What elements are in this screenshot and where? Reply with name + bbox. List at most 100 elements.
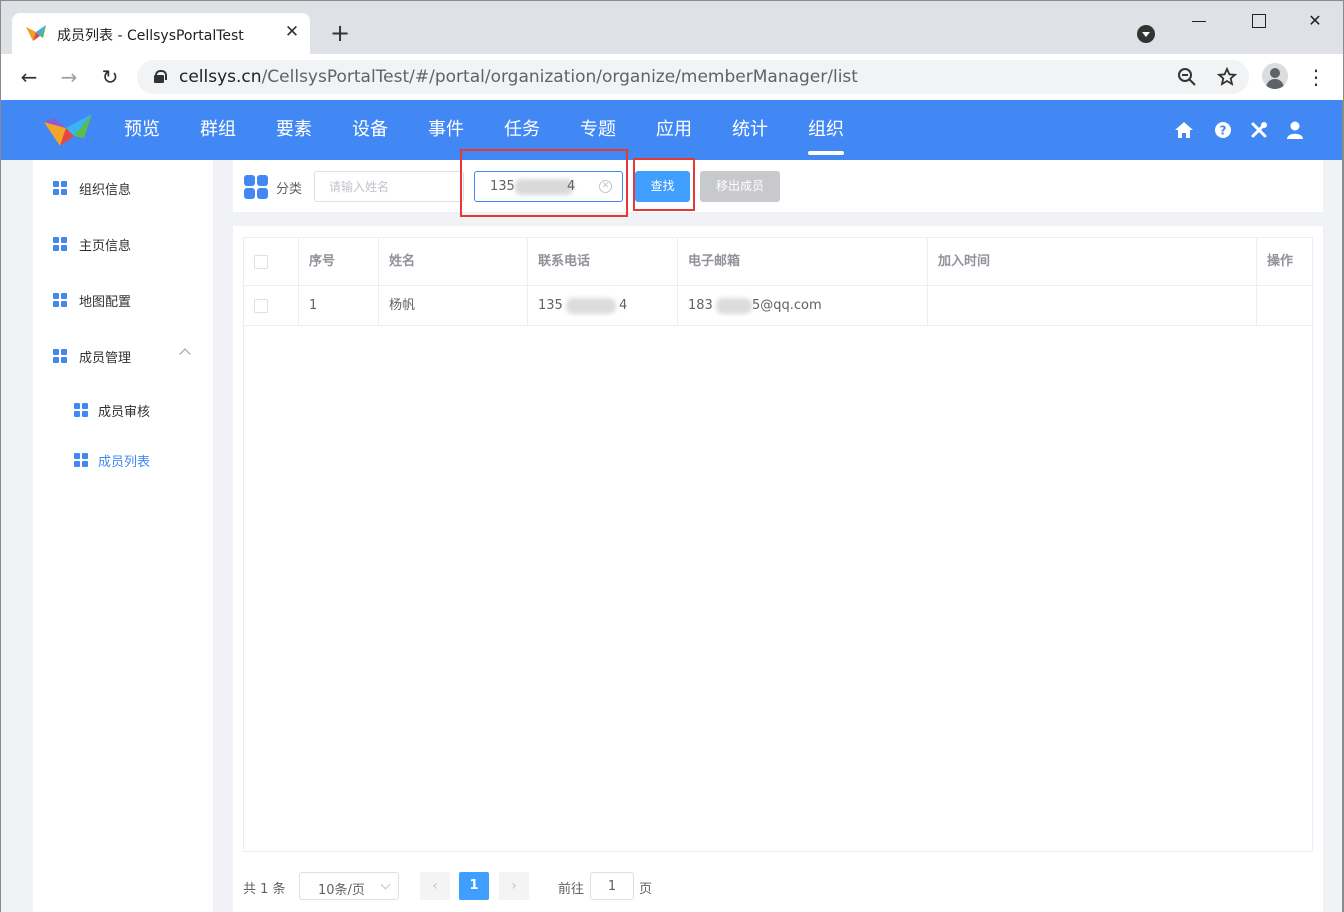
sidebar-item-home-info[interactable]: 主页信息: [33, 224, 213, 264]
chevron-up-icon[interactable]: [179, 348, 191, 360]
sidebar-item-label: 成员管理: [79, 351, 132, 366]
nav-statistics[interactable]: 统计: [712, 100, 788, 160]
back-arrow-icon[interactable]: ←: [16, 64, 42, 90]
nav-groups[interactable]: 群组: [180, 100, 256, 160]
nav-preview[interactable]: 预览: [104, 100, 180, 160]
sidebar-item-member-review[interactable]: 成员审核: [33, 390, 213, 430]
reload-icon[interactable]: ↻: [97, 64, 123, 90]
bookmark-star-icon[interactable]: [1217, 67, 1237, 87]
browser-menu-icon[interactable]: ⋮: [1306, 64, 1326, 90]
row-select-cell: [244, 286, 299, 325]
member-table-panel: 序号 姓名 联系电话 电子邮箱 加入时间 操作 1 杨帆 135 4 183 5…: [233, 226, 1323, 912]
nav-topics[interactable]: 专题: [560, 100, 636, 160]
search-button[interactable]: 查找: [635, 171, 690, 202]
tab-strip: 成员列表 - CellsysPortalTest ✕ + ✕: [1, 1, 1343, 54]
address-bar[interactable]: cellsys.cn/CellsysPortalTest/#/portal/or…: [137, 60, 1249, 94]
window-maximize-button[interactable]: [1238, 7, 1278, 35]
account-avatar-icon[interactable]: [1262, 63, 1288, 89]
url-text[interactable]: cellsys.cn/CellsysPortalTest/#/portal/or…: [179, 67, 858, 87]
nav-events[interactable]: 事件: [408, 100, 484, 160]
table-header-row: 序号 姓名 联系电话 电子邮箱 加入时间 操作: [244, 238, 1312, 286]
sidebar-item-map-config[interactable]: 地图配置: [33, 280, 213, 320]
category-grid-icon[interactable]: [244, 175, 268, 199]
redacted-mask: [566, 298, 616, 314]
phone-value-suffix: 4: [567, 179, 576, 194]
column-header-index[interactable]: 序号: [299, 238, 379, 285]
sidebar-item-label: 主页信息: [79, 239, 132, 254]
sidebar-item-member-list[interactable]: 成员列表: [33, 440, 213, 480]
sidebar: 组织信息 主页信息 地图配置 成员管理 成员审核 成员列表: [33, 160, 213, 912]
app-logo[interactable]: [42, 110, 94, 150]
user-icon[interactable]: [1285, 120, 1305, 140]
cell-email: 183 5@qq.com: [678, 286, 928, 325]
cell-email-prefix: 183: [688, 298, 713, 313]
grid-icon: [53, 349, 67, 363]
grid-icon: [74, 403, 88, 417]
page-size-value: 10条/页: [318, 883, 365, 898]
grid-icon: [53, 293, 67, 307]
svg-text:?: ?: [1220, 124, 1227, 138]
grid-icon: [53, 237, 67, 251]
window-close-button[interactable]: ✕: [1295, 7, 1335, 35]
pagination: 共 1 条 10条/页 ‹ 1 › 前往 页: [243, 872, 743, 900]
sidebar-item-label: 地图配置: [79, 295, 132, 310]
table-row[interactable]: 1 杨帆 135 4 183 5@qq.com: [244, 286, 1312, 326]
home-icon[interactable]: [1174, 120, 1194, 140]
goto-page-input[interactable]: [590, 872, 634, 900]
nav-organization[interactable]: 组织: [788, 100, 864, 160]
forward-arrow-icon[interactable]: →: [56, 64, 82, 90]
pagination-total: 共 1 条: [243, 882, 286, 897]
row-checkbox[interactable]: [254, 299, 268, 313]
column-header-phone[interactable]: 联系电话: [528, 238, 678, 285]
column-header-email[interactable]: 电子邮箱: [678, 238, 928, 285]
column-header-joined[interactable]: 加入时间: [928, 238, 1257, 285]
url-path: /CellsysPortalTest/#/portal/organization…: [261, 67, 858, 87]
member-table: 序号 姓名 联系电话 电子邮箱 加入时间 操作 1 杨帆 135 4 183 5…: [243, 237, 1313, 852]
grid-icon: [74, 453, 88, 467]
nav-elements[interactable]: 要素: [256, 100, 332, 160]
new-tab-button[interactable]: +: [326, 19, 354, 47]
app-favicon-icon: [26, 25, 46, 41]
header-select-cell: [244, 238, 299, 285]
zoom-icon[interactable]: [1177, 67, 1197, 87]
phone-search-input[interactable]: 135 4 ✕: [474, 171, 623, 202]
cell-phone-suffix: 4: [619, 298, 628, 313]
grid-icon: [53, 181, 67, 195]
tab-search-icon[interactable]: [1137, 25, 1155, 43]
main-nav: 预览 群组 要素 设备 事件 任务 专题 应用 统计 组织: [104, 100, 864, 160]
prev-page-button[interactable]: ‹: [420, 872, 450, 900]
sidebar-item-org-info[interactable]: 组织信息: [33, 168, 213, 208]
tools-icon[interactable]: [1249, 120, 1269, 140]
sidebar-item-label: 成员审核: [98, 405, 151, 420]
remove-member-button[interactable]: 移出成员: [700, 171, 780, 202]
nav-tasks[interactable]: 任务: [484, 100, 560, 160]
phone-value-prefix: 135: [490, 179, 515, 194]
redacted-mask: [515, 179, 573, 195]
select-all-checkbox[interactable]: [254, 255, 268, 269]
window-minimize-button[interactable]: [1179, 7, 1219, 35]
tab-close-icon[interactable]: ✕: [281, 21, 303, 43]
browser-toolbar: ← → ↻ cellsys.cn/CellsysPortalTest/#/por…: [1, 54, 1343, 101]
column-header-name[interactable]: 姓名: [379, 238, 528, 285]
lock-icon[interactable]: [154, 70, 167, 83]
sidebar-item-label: 组织信息: [79, 183, 132, 198]
page-number-1[interactable]: 1: [459, 872, 489, 900]
cell-joined: [928, 286, 1257, 325]
clear-icon[interactable]: ✕: [599, 180, 612, 193]
tab-title: 成员列表 - CellsysPortalTest: [57, 28, 244, 44]
nav-apps[interactable]: 应用: [636, 100, 712, 160]
name-search-input[interactable]: [314, 171, 464, 202]
sidebar-item-label: 成员列表: [98, 455, 151, 470]
category-label[interactable]: 分类: [276, 178, 302, 197]
url-host: cellsys.cn: [179, 67, 262, 87]
next-page-button[interactable]: ›: [499, 872, 529, 900]
page-size-select[interactable]: 10条/页: [299, 872, 399, 900]
column-header-actions[interactable]: 操作: [1257, 238, 1312, 285]
redacted-mask: [716, 298, 752, 314]
cell-name: 杨帆: [379, 286, 528, 325]
nav-devices[interactable]: 设备: [332, 100, 408, 160]
sidebar-item-member-management[interactable]: 成员管理: [33, 336, 213, 376]
goto-label: 前往: [558, 882, 585, 897]
help-icon[interactable]: ?: [1213, 120, 1233, 140]
browser-tab[interactable]: 成员列表 - CellsysPortalTest ✕: [12, 13, 310, 54]
